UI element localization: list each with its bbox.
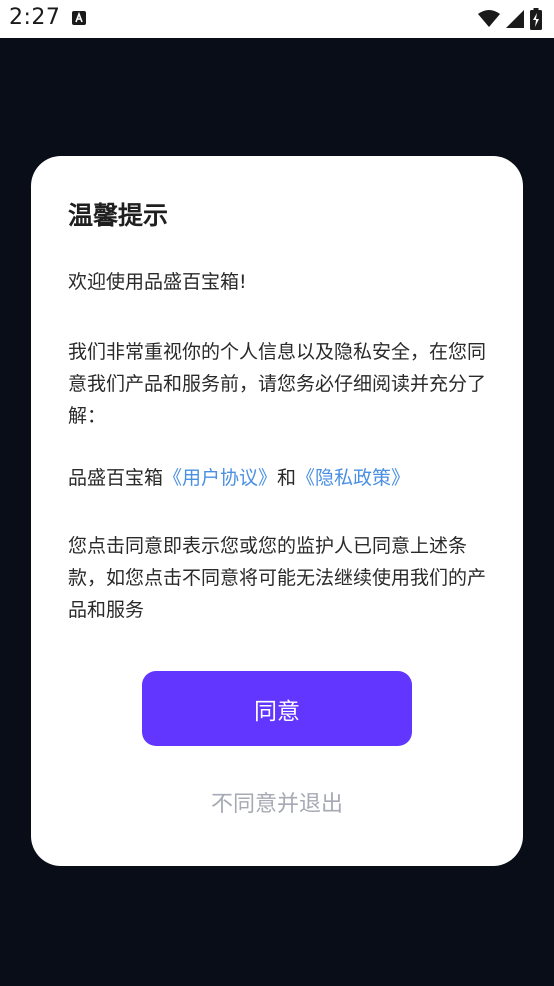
agreement-links-line: 品盛百宝箱《用户协议》和《隐私政策》 — [68, 462, 486, 494]
wifi-icon — [478, 10, 500, 27]
agree-button[interactable]: 同意 — [142, 671, 412, 746]
dialog-title: 温馨提示 — [68, 201, 169, 230]
battery-charging-icon — [530, 8, 542, 30]
links-and: 和 — [277, 467, 297, 489]
intro-text: 我们非常重视你的个人信息以及隐私安全，在您同意我们产品和服务前，请您务必仔细阅读… — [68, 341, 487, 427]
privacy-policy-link[interactable]: 《隐私政策》 — [296, 467, 410, 489]
disagree-exit-button[interactable]: 不同意并退出 — [127, 784, 427, 820]
status-bar: 2:27 — [0, 0, 554, 38]
links-prefix: 品盛百宝箱 — [68, 467, 164, 489]
privacy-dialog: 温馨提示 欢迎使用品盛百宝箱! 我们非常重视你的个人信息以及隐私安全，在您同意我… — [31, 156, 523, 866]
keyboard-a-icon — [72, 11, 86, 25]
consent-text: 您点击同意即表示您或您的监护人已同意上述条款，如您点击不同意将可能无法继续使用我… — [68, 535, 487, 621]
welcome-text: 欢迎使用品盛百宝箱! — [68, 271, 247, 293]
user-agreement-link[interactable]: 《用户协议》 — [163, 467, 277, 489]
status-time: 2:27 — [9, 5, 61, 30]
status-icons — [478, 8, 542, 30]
cellular-signal-icon — [506, 10, 524, 28]
